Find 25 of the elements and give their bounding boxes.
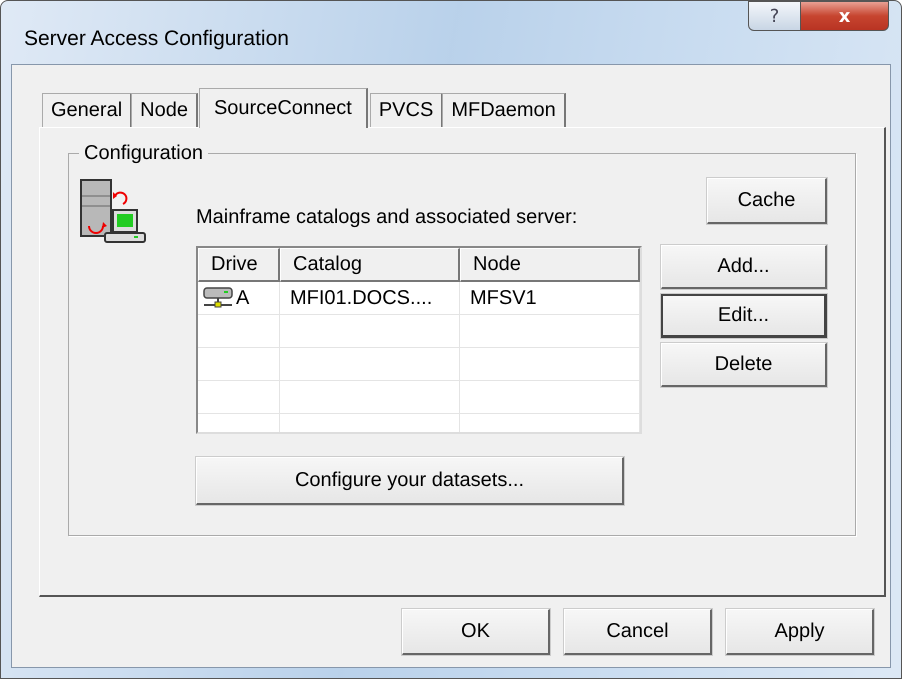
column-header[interactable]: Drive bbox=[198, 248, 280, 282]
dialog-button[interactable]: Cache bbox=[707, 178, 827, 224]
tab[interactable]: MFDaemon bbox=[442, 93, 566, 127]
help-button[interactable]: ? bbox=[748, 1, 801, 31]
table-cell: MFI01.DOCS.... bbox=[280, 282, 460, 315]
dialog-button[interactable]: Edit... bbox=[661, 294, 827, 338]
dialog-button[interactable]: OK bbox=[402, 609, 550, 655]
dialog-button[interactable]: Delete bbox=[661, 343, 827, 387]
configure-datasets-button[interactable]: Configure your datasets... bbox=[196, 457, 624, 505]
table-caption: Mainframe catalogs and associated server: bbox=[196, 205, 578, 229]
close-button[interactable]: x bbox=[801, 1, 889, 31]
network-drive-icon bbox=[202, 287, 234, 309]
dialog-button[interactable]: Cancel bbox=[564, 609, 712, 655]
dialog-button[interactable]: Apply bbox=[726, 609, 874, 655]
window-title: Server Access Configuration bbox=[24, 27, 289, 51]
tab[interactable]: General bbox=[42, 93, 132, 127]
table-cell: MFSV1 bbox=[460, 282, 640, 315]
tab[interactable]: SourceConnect bbox=[198, 88, 368, 128]
tab[interactable]: Node bbox=[131, 93, 198, 127]
column-header[interactable]: Catalog bbox=[280, 248, 460, 282]
table-cell: A bbox=[236, 286, 250, 310]
server-computer-icon bbox=[79, 178, 149, 244]
column-header[interactable]: Node bbox=[460, 248, 640, 282]
dialog-button[interactable]: Add... bbox=[661, 245, 827, 289]
tab[interactable]: PVCS bbox=[370, 93, 444, 127]
